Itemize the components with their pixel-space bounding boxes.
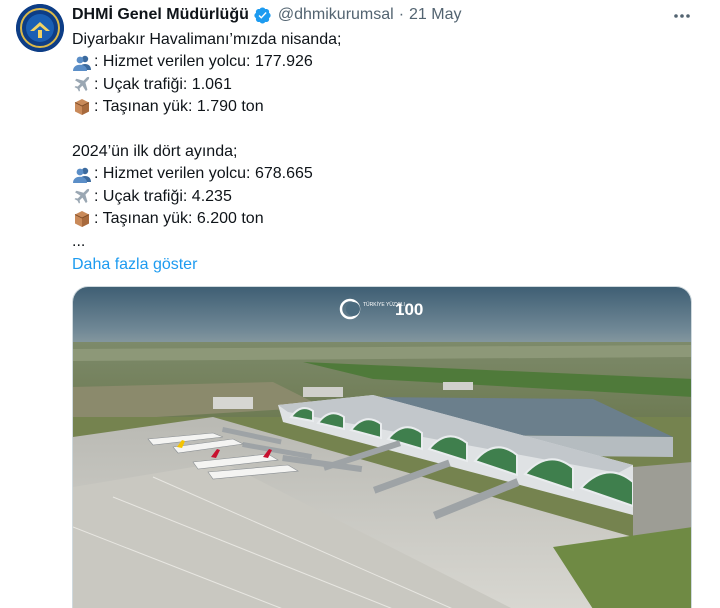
tweet-line: : Uçak trafiği: 4.235 — [72, 186, 672, 208]
package-icon — [74, 211, 90, 228]
tweet-line-text: : Uçak trafiği: 1.061 — [94, 75, 232, 93]
tweet-line-text: 2024’ün ilk dört ayında; — [72, 142, 238, 160]
tweet-line-text: ... — [72, 232, 86, 250]
tweet-line-text: Diyarbakır Havalimanı’mızda nisanda; — [72, 31, 342, 48]
author-handle[interactable]: @dhmikurumsal — [278, 6, 394, 24]
tweet-line-text: : Hizmet verilen yolcu: 678.665 — [94, 165, 313, 183]
show-more-link[interactable]: Daha fazla göster — [72, 254, 197, 276]
watermark-number: 100 — [395, 300, 423, 319]
tweet-line: ... — [72, 231, 672, 253]
tweet-line: Daha fazla göster — [72, 254, 672, 276]
busts-in-silhouette-icon — [73, 55, 91, 71]
tweet-line: : Hizmet verilen yolcu: 678.665 — [72, 163, 672, 185]
package-icon — [74, 99, 90, 116]
tweet-media-image[interactable]: TÜRKİYE YÜZYILI 100 — [72, 286, 692, 608]
airport-aerial-photo: TÜRKİYE YÜZYILI 100 — [73, 287, 691, 608]
verified-badge-icon — [254, 7, 271, 23]
tweet-header: DHMİ Genel Müdürlüğü @dhmikurumsal · 21 … — [72, 4, 704, 26]
tweet-date[interactable]: 21 May — [409, 6, 461, 24]
author-avatar[interactable] — [16, 4, 64, 52]
tweet-line: : Taşınan yük: 6.200 ton — [72, 208, 672, 230]
airplane-icon — [74, 76, 90, 92]
tweet-line: : Hizmet verilen yolcu: 177.926 — [72, 51, 672, 73]
more-options-icon[interactable] — [672, 6, 692, 26]
tweet-line-text: : Hizmet verilen yolcu: 177.926 — [94, 53, 313, 71]
tweet-body: Diyarbakır Havalimanı’mızda nisanda; : H… — [72, 29, 672, 276]
dhmi-logo-icon — [16, 4, 64, 52]
author-display-name[interactable]: DHMİ Genel Müdürlüğü — [72, 6, 249, 24]
tweet-line-text: : Taşınan yük: 6.200 ton — [94, 210, 264, 228]
separator-dot: · — [398, 6, 405, 23]
airplane-icon — [74, 188, 90, 204]
tweet-line-text: : Taşınan yük: 1.790 ton — [94, 98, 264, 116]
tweet-line-text: : Uçak trafiği: 4.235 — [94, 187, 232, 205]
tweet-line: : Taşınan yük: 1.790 ton — [72, 96, 672, 118]
tweet-line: Diyarbakır Havalimanı’mızda nisanda; — [72, 29, 672, 51]
busts-in-silhouette-icon — [73, 167, 91, 183]
tweet-line: : Uçak trafiği: 1.061 — [72, 74, 672, 96]
tweet-line: 2024’ün ilk dört ayında; — [72, 141, 672, 163]
